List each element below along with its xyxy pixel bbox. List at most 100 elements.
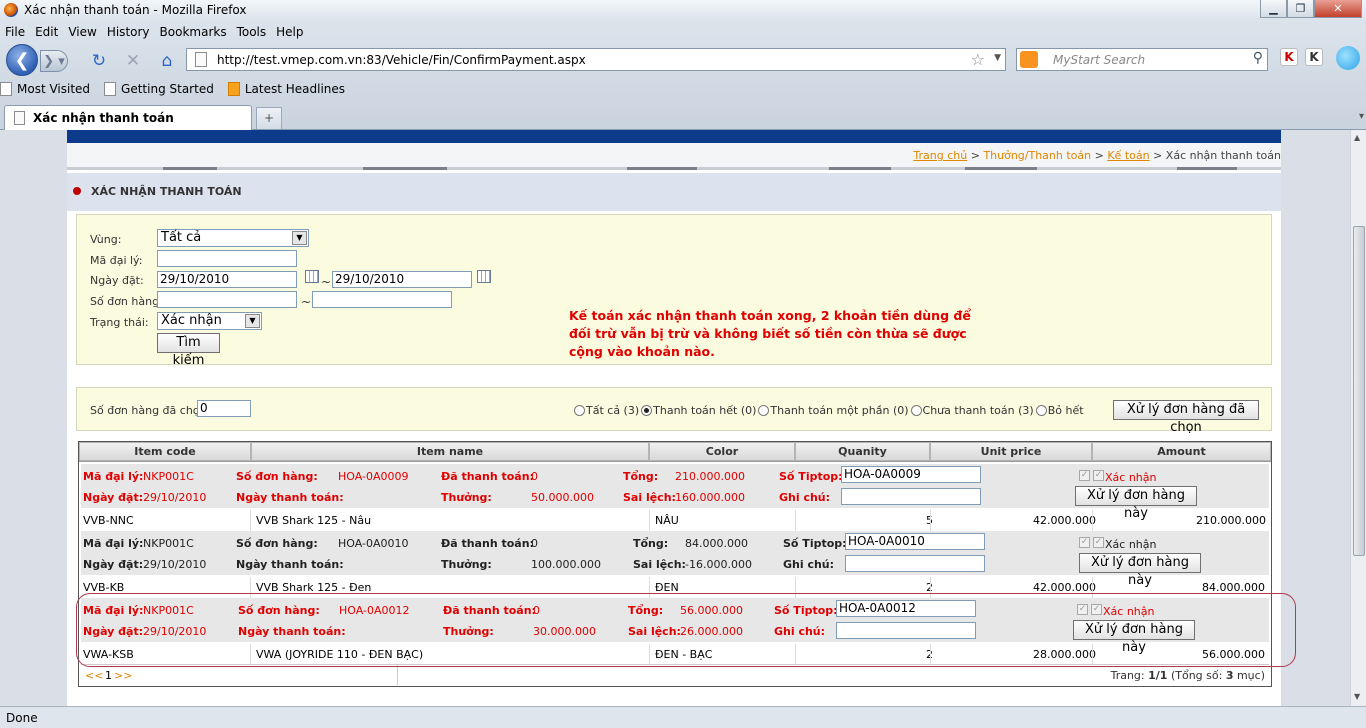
- close-window-button[interactable]: ✕: [1314, 0, 1362, 18]
- dropdown-arrow-icon: ▼: [245, 314, 260, 328]
- url-dropdown-icon[interactable]: ▼: [994, 53, 1001, 63]
- menu-help[interactable]: Help: [271, 25, 308, 39]
- region-select[interactable]: Tất cả ▼: [157, 229, 309, 247]
- select-checkbox[interactable]: ✓: [1079, 537, 1090, 548]
- tiptop-input[interactable]: HOA-0A0009: [841, 466, 981, 483]
- search-button[interactable]: Tìm kiếm: [157, 333, 220, 368]
- tab-page-icon: [14, 111, 25, 125]
- confirm-checkbox[interactable]: ✓: [1093, 537, 1104, 548]
- col-amount[interactable]: Amount: [1092, 442, 1271, 461]
- bookmarks-bar: Most Visited Getting Started Latest Head…: [0, 78, 359, 100]
- order-label: Số đơn hàng:: [90, 295, 163, 308]
- note-input[interactable]: [845, 555, 985, 572]
- back-button[interactable]: ❮: [6, 44, 38, 76]
- tab-indicator: [965, 167, 1037, 170]
- scroll-down-icon[interactable]: ▼: [1354, 692, 1360, 701]
- dealer-input[interactable]: [157, 250, 297, 267]
- order-from-input[interactable]: [157, 291, 297, 308]
- menu-file[interactable]: File: [0, 25, 30, 39]
- tab-confirm-payment[interactable]: Xác nhận thanh toán: [4, 105, 252, 130]
- new-tab-button[interactable]: +: [256, 107, 282, 129]
- home-icon[interactable]: ⌂: [156, 50, 178, 72]
- dropdown-arrow-icon: ▼: [292, 231, 307, 245]
- col-unit-price[interactable]: Unit price: [930, 442, 1092, 461]
- radio-clear[interactable]: Bỏ hết: [1035, 404, 1084, 417]
- status-select[interactable]: Xác nhận ▼: [157, 312, 262, 330]
- order-to-input[interactable]: [312, 291, 452, 308]
- select-checkbox[interactable]: ✓: [1079, 470, 1090, 481]
- selected-count-label: Số đơn hàng đã chọn:: [90, 404, 211, 417]
- breadcrumb-accounting-link[interactable]: Kế toán: [1107, 149, 1149, 162]
- menu-view[interactable]: View: [63, 25, 101, 39]
- order-row: Mã đại lý: NKP001C Số đơn hàng: HOA-0A00…: [81, 464, 1269, 521]
- calendar-icon[interactable]: [305, 270, 319, 283]
- page-title: XÁC NHẬN THANH TOÁN: [91, 185, 242, 198]
- reload-icon[interactable]: ↻: [88, 50, 110, 72]
- minimize-button[interactable]: ▁: [1260, 0, 1287, 18]
- menu-edit[interactable]: Edit: [30, 25, 63, 39]
- radio-paid-partial[interactable]: Thanh toán một phần (0): [758, 404, 909, 417]
- tiptop-input[interactable]: HOA-0A0010: [845, 533, 985, 550]
- grid-header: Item code Item name Color Quanity Unit p…: [79, 442, 1271, 462]
- menu-bar: File Edit View History Bookmarks Tools H…: [0, 22, 309, 42]
- date-label: Ngày đặt:: [90, 274, 144, 287]
- process-order-button[interactable]: Xử lý đơn hàng này: [1075, 486, 1197, 521]
- note-input[interactable]: [836, 622, 976, 639]
- bookmark-page-icon: [0, 82, 12, 96]
- process-order-button[interactable]: Xử lý đơn hàng này: [1079, 553, 1201, 588]
- status-bar: Done: [0, 706, 1366, 728]
- tab-list-icon[interactable]: ▾: [1359, 111, 1364, 122]
- col-item-code[interactable]: Item code: [79, 442, 251, 461]
- calendar-icon[interactable]: [477, 270, 491, 283]
- breadcrumb-current: Xác nhận thanh toán: [1165, 149, 1281, 162]
- filter-panel: Vùng: Tất cả ▼ Mã đại lý: Ngày đặt: 29/10…: [76, 214, 1272, 368]
- maximize-button[interactable]: ❐: [1287, 0, 1314, 18]
- confirm-checkbox[interactable]: ✓: [1093, 470, 1104, 481]
- menu-history[interactable]: History: [102, 25, 155, 39]
- col-item-name[interactable]: Item name: [251, 442, 649, 461]
- breadcrumb-row: Trang chủ > Thưởng/Thanh toán > Kế toán …: [67, 143, 1281, 170]
- bookmark-latest-headlines[interactable]: Latest Headlines: [227, 82, 345, 96]
- date-to-input[interactable]: 29/10/2010: [332, 271, 472, 288]
- tab-title: Xác nhận thanh toán: [33, 111, 174, 125]
- bookmark-most-visited[interactable]: Most Visited: [0, 82, 90, 96]
- stop-icon[interactable]: ✕: [122, 50, 144, 72]
- menu-bookmarks[interactable]: Bookmarks: [155, 25, 232, 39]
- select-checkbox[interactable]: ✓: [1077, 604, 1088, 615]
- tiptop-input[interactable]: HOA-0A0012: [836, 600, 976, 617]
- addon-k-icon[interactable]: K: [1305, 48, 1323, 66]
- menu-tools[interactable]: Tools: [232, 25, 272, 39]
- url-bar[interactable]: http://test.vmep.com.vn:83/Vehicle/Fin/C…: [186, 48, 1006, 71]
- rss-icon: [227, 82, 240, 96]
- scrollbar-thumb[interactable]: [1353, 226, 1365, 556]
- pager-prev[interactable]: <<: [85, 669, 103, 682]
- breadcrumb-home-link[interactable]: Trang chủ: [913, 149, 967, 162]
- process-order-button[interactable]: Xử lý đơn hàng này: [1073, 620, 1195, 655]
- note-input[interactable]: [841, 488, 981, 505]
- pager-page[interactable]: 1: [105, 669, 112, 682]
- search-input[interactable]: MyStart Search ⚲: [1016, 48, 1268, 71]
- scroll-up-icon[interactable]: ▲: [1354, 133, 1360, 142]
- process-selected-button[interactable]: Xử lý đơn hàng đã chọn: [1113, 400, 1259, 435]
- addon-k-red-icon[interactable]: K: [1280, 48, 1298, 66]
- skype-icon[interactable]: [1336, 46, 1360, 70]
- bookmark-getting-started[interactable]: Getting Started: [104, 82, 214, 96]
- col-color[interactable]: Color: [649, 442, 795, 461]
- pager-next[interactable]: >>: [114, 669, 132, 682]
- vertical-scrollbar[interactable]: ▲ ▼: [1350, 130, 1366, 706]
- search-engine-icon[interactable]: [1020, 51, 1038, 68]
- radio-all[interactable]: Tất cả (3): [574, 404, 639, 417]
- search-icon[interactable]: ⚲: [1253, 50, 1263, 66]
- confirm-checkbox[interactable]: ✓: [1091, 604, 1102, 615]
- breadcrumb-reward[interactable]: Thưởng/Thanh toán: [983, 149, 1091, 162]
- date-from-input[interactable]: 29/10/2010: [157, 271, 297, 288]
- forward-button[interactable]: ❯ ▾: [40, 50, 68, 72]
- selected-count-input[interactable]: 0: [197, 400, 251, 417]
- col-quantity[interactable]: Quanity: [795, 442, 930, 461]
- section-header: XÁC NHẬN THANH TOÁN: [67, 173, 1281, 211]
- radio-paid-full[interactable]: Thanh toán hết (0): [641, 404, 756, 417]
- bookmark-star-icon[interactable]: ☆: [971, 50, 985, 69]
- order-row: Mã đại lý: NKP001C Số đơn hàng: HOA-0A00…: [81, 598, 1269, 655]
- radio-unpaid[interactable]: Chưa thanh toán (3): [910, 404, 1034, 417]
- action-bar: Số đơn hàng đã chọn: 0 Tất cả (3) Thanh …: [76, 387, 1272, 435]
